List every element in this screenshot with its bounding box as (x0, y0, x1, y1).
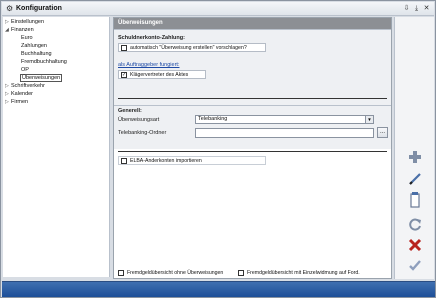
browse-button[interactable]: ... (377, 127, 388, 138)
vorschlag-label: automatisch "Überweisung erstellen" vors… (130, 44, 247, 51)
document-button[interactable] (401, 190, 429, 210)
ueberweisungsart-select[interactable]: Telebanking ▼ (195, 115, 374, 124)
tree-item-fremdbuchhaltung[interactable]: Fremdbuchhaltung (21, 58, 67, 66)
tree-item-schriftverkehr[interactable]: ▷ Schriftverkehr (5, 82, 45, 90)
add-icon (409, 151, 421, 163)
title-bar: ⚙ Konfiguration ⇩ ⤓ ✕ (2, 2, 434, 16)
tree-item-ueberweisungen[interactable]: Überweisungen (20, 74, 63, 82)
status-bar (2, 281, 435, 297)
pin-button[interactable]: ⇩ (402, 4, 411, 13)
app-icon: ⚙ (6, 4, 14, 13)
action-toolbar (394, 17, 434, 279)
elba-label: ELBA-Anderkonten importieren (130, 157, 202, 164)
fremdgeld-ohne-label: Fremdgeldübersicht ohne Überweisungen (127, 270, 224, 276)
generell-heading: Generell: (118, 108, 142, 114)
delete-icon (408, 238, 422, 252)
generell-section: Generell: Überweisungsart Telebanking ▼ … (114, 105, 391, 149)
close-button[interactable]: ✕ (422, 4, 431, 13)
tree-item-euro[interactable]: Euro (21, 34, 33, 42)
tree-item-zahlungen[interactable]: Zahlungen (21, 42, 47, 50)
refresh-button[interactable] (401, 214, 429, 234)
chevron-down-icon[interactable]: ▼ (365, 116, 373, 123)
klaeger-checkbox-row[interactable]: ✓ Klägervertreter des Aktes (118, 70, 206, 79)
refresh-icon (409, 218, 421, 231)
section-divider (118, 151, 387, 152)
panel-header: Überweisungen (114, 18, 391, 29)
window-title: Konfiguration (16, 5, 62, 12)
vorschlag-checkbox[interactable] (121, 44, 127, 51)
tree-item-kalender[interactable]: ▷ Kalender (5, 90, 33, 98)
elba-checkbox-row[interactable]: ELBA-Anderkonten importieren (118, 156, 266, 165)
add-button[interactable] (401, 147, 429, 167)
klaeger-label: Klägervertreter des Aktes (130, 71, 189, 78)
bottom-checkbox-1-row[interactable]: Fremdgeldübersicht ohne Überweisungen (118, 268, 223, 278)
vorschlag-checkbox-row[interactable]: automatisch "Überweisung erstellen" vors… (118, 43, 266, 52)
tree-item-finanzen[interactable]: ◢ Finanzen (5, 26, 34, 34)
confirm-button[interactable] (401, 255, 429, 275)
edit-button[interactable] (401, 169, 429, 189)
klaeger-checkbox[interactable]: ✓ (121, 71, 127, 78)
tree-item-einstellungen[interactable]: ▷ Einstellungen (5, 18, 44, 26)
configuration-window: ⚙ Konfiguration ⇩ ⤓ ✕ ▷ Einstellungen ◢ Fi… (0, 0, 436, 298)
elba-checkbox[interactable] (121, 157, 127, 164)
tree-item-buchhaltung[interactable]: Buchhaltung (21, 50, 52, 58)
delete-button[interactable] (401, 235, 429, 255)
checkmark-icon (409, 260, 421, 271)
dock-button[interactable]: ⤓ (412, 4, 421, 13)
fremdgeld-ohne-checkbox[interactable] (118, 270, 124, 276)
schuldner-heading: Schuldnerkonto-Zahlung: (118, 35, 185, 41)
document-icon (410, 192, 420, 208)
fremdgeld-mit-checkbox[interactable] (238, 270, 244, 276)
settings-panel: Überweisungen Schuldnerkonto-Zahlung: au… (113, 17, 392, 279)
schuldner-section: Schuldnerkonto-Zahlung: automatisch "Übe… (114, 29, 391, 105)
bottom-checkbox-2-row[interactable]: Fremdgeldübersicht mit Einzelwidmung auf… (238, 268, 360, 278)
ueberweisungsart-label: Überweisungsart (118, 117, 160, 123)
auftraggeber-link[interactable]: als Auftraggeber fungiert: (118, 62, 179, 68)
section-divider (118, 98, 387, 99)
navigation-tree: ▷ Einstellungen ◢ Finanzen Euro Zahlungen … (3, 17, 110, 277)
ueberweisungsart-value: Telebanking (198, 116, 228, 122)
tree-item-firmen[interactable]: ▷ Firmen (5, 98, 28, 106)
telebanking-label: Telebanking-Ordner (118, 130, 167, 136)
telebanking-folder-input[interactable] (195, 128, 374, 138)
tree-item-op[interactable]: OP (21, 66, 29, 74)
fremdgeld-mit-label: Fremdgeldübersicht mit Einzelwidmung auf… (247, 270, 360, 276)
edit-icon (409, 173, 421, 185)
